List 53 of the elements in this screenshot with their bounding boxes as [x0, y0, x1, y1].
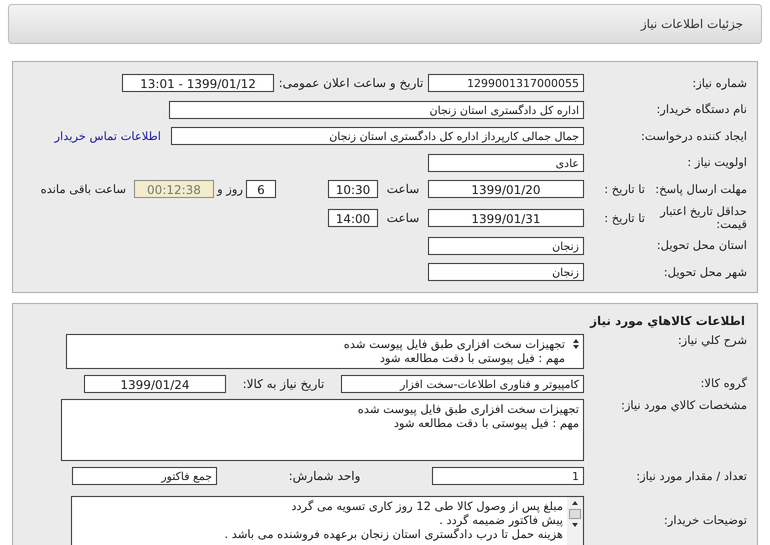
- field-label: شهر محل تحویل:: [662, 266, 748, 279]
- section-title: اطلاعات کالاهاي مورد نياز: [588, 312, 746, 330]
- text-line: تجهیزات سخت افزاری طبق فایل پیوست شده: [344, 336, 565, 350]
- input-field[interactable]: 1399/01/12 - 13:01: [122, 74, 274, 92]
- input-field[interactable]: 6: [246, 180, 276, 198]
- text-line: تجهیزات سخت افزاری طبق فایل پیوست شده: [358, 402, 579, 416]
- field-label: ایجاد کننده درخواست:: [640, 130, 748, 143]
- field-label: شماره نیاز:: [691, 76, 748, 90]
- field-label: مهلت ارسال پاسخ:: [654, 182, 748, 196]
- text-line: مبلغ پس از وصول کالا طی 12 روز کاری تسویه می گردد: [290, 498, 563, 512]
- field-label: شرح کلي نياز:: [676, 334, 748, 346]
- field-label: نام دستگاه خریدار:: [655, 103, 748, 116]
- field-label: ساعت: [386, 210, 420, 224]
- input-field[interactable]: جمع فاکتور: [72, 467, 217, 486]
- input-field[interactable]: 10:30: [328, 180, 378, 198]
- input-field[interactable]: زنجان: [428, 263, 584, 282]
- input-field[interactable]: کامپیوتر و فناوری اطلاعات-سخت افزار: [341, 374, 584, 393]
- input-field[interactable]: 14:00: [328, 208, 378, 226]
- field-label: ساعت باقی مانده: [40, 182, 126, 196]
- field-label: تا تاریخ :: [603, 210, 645, 224]
- field-label: استان محل تحویل:: [656, 239, 748, 252]
- input-field[interactable]: 1399/01/31: [428, 208, 584, 226]
- text-line: مهم : فیل پیوستی با دقت مطالعه شود: [392, 416, 579, 430]
- text-area[interactable]: تجهیزات سخت افزاری طبق فایل پیوست شده مهم : فیل پیوستی با دقت مطالعه شود: [66, 334, 584, 368]
- input-field[interactable]: 1399/01/24: [84, 374, 226, 393]
- text-line: هزینه حمل تا درب دادگستری استان زنجان برعهده فروشنده می باشد .: [224, 526, 563, 540]
- scrollbar[interactable]: [567, 496, 583, 545]
- input-field[interactable]: 1299001317000055: [428, 74, 584, 92]
- field-label: روز و: [216, 182, 244, 196]
- input-field[interactable]: زنجان: [428, 236, 584, 255]
- input-field[interactable]: عادی: [428, 154, 584, 172]
- field-label: مشخصات کالاي مورد نياز:: [620, 399, 748, 412]
- text-line: پیش فاکتور ضمیمه گردد .: [438, 512, 563, 526]
- page-title: جزئیات اطلاعات نیاز: [640, 17, 743, 31]
- field-label: حداقل تاریخ اعتبار قیمت:: [658, 204, 748, 230]
- input-field[interactable]: 1399/01/20: [428, 180, 584, 198]
- field-label: تاریخ و ساعت اعلان عمومی:: [278, 76, 424, 90]
- field-label: اولویت نیاز :: [686, 156, 748, 170]
- input-field[interactable]: جمال جمالی کارپرداز اداره کل دادگستری استان زنجان: [171, 127, 584, 146]
- field-label: توضیحات خریدار:: [662, 512, 748, 526]
- field-label: ساعت: [386, 182, 420, 196]
- text-area[interactable]: مبلغ پس از وصول کالا طی 12 روز کاری تسویه می گردد پیش فاکتور ضمیمه گردد . هزینه حمل تا درب دادگستری استان زنجان برعهده فروشنده می باشد .: [71, 496, 584, 545]
- field-label: تاریخ نیاز به کالا:: [242, 376, 326, 391]
- text-line: مهم : فیل پیوستی با دقت مطالعه شود: [380, 350, 565, 364]
- input-field[interactable]: اداره کل دادگستری استان زنجان: [169, 100, 584, 119]
- field-label: تعداد / مقدار مورد نیاز:: [635, 470, 748, 483]
- countdown-field: 00:12:38: [134, 180, 214, 198]
- text-area[interactable]: تجهیزات سخت افزاری طبق فایل پیوست شده مهم : فیل پیوستی با دقت مطالعه شود: [61, 399, 584, 461]
- field-label: واحد شمارش:: [288, 469, 362, 484]
- field-label: تا تاریخ :: [603, 182, 645, 196]
- field-label: گروه کالا:: [700, 377, 748, 390]
- input-field[interactable]: 1: [432, 467, 584, 486]
- contact-link[interactable]: اطلاعات تماس خریدار: [54, 129, 161, 144]
